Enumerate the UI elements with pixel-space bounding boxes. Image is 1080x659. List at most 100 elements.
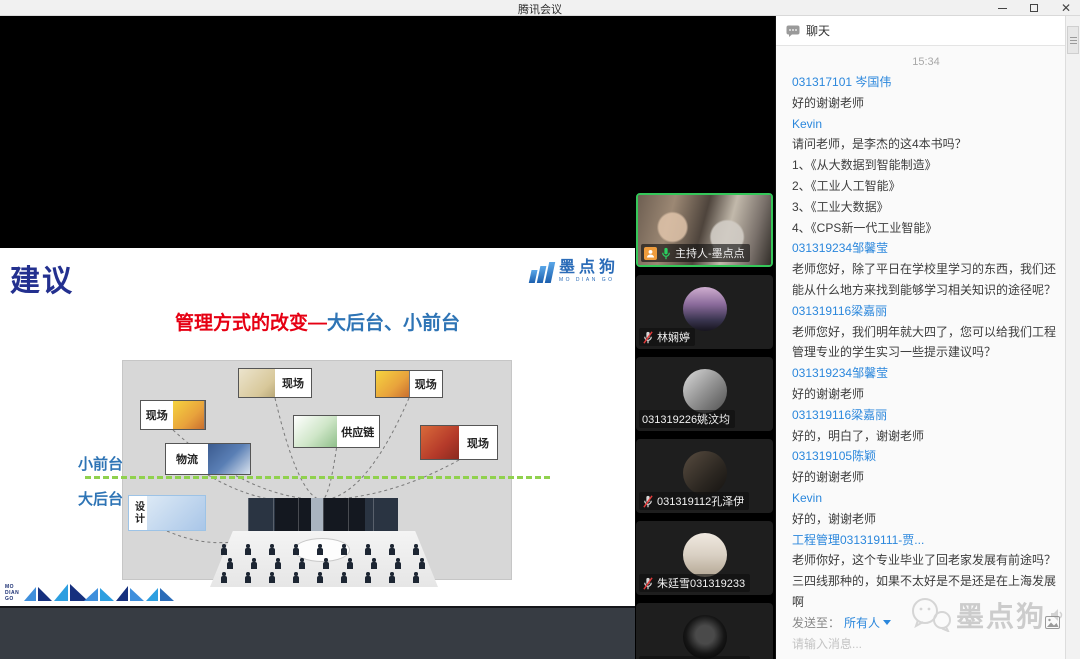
chat-message-text: 老师您好，除了平日在学校里学习的东西，我们还能从什么地方来找到能够学习相关知识的…	[792, 259, 1060, 301]
chat-message-text: 2、《工业人工智能》	[792, 176, 1060, 197]
presentation-slide: 建议 墨点狗 MO DIAN GO 管理方式的改变—大后台、小前台 现场现场现场…	[0, 248, 635, 606]
mic-muted-icon	[642, 577, 654, 590]
chat-message-text: 好的，明白了，谢谢老师	[792, 426, 1060, 447]
window-title: 腾讯会议	[0, 1, 1080, 17]
window-controls: ✕	[994, 0, 1074, 16]
chat-panel: 聊天 15:34 031317101 岑国伟好的谢谢老师Kevin请问老师，是李…	[775, 16, 1080, 659]
send-to-label: 发送至：	[792, 614, 840, 631]
audience-person	[412, 572, 419, 583]
chat-messages[interactable]: 15:34 031317101 岑国伟好的谢谢老师Kevin请问老师，是李杰的这…	[776, 46, 1080, 607]
control-room-screen	[248, 498, 398, 532]
audience-person	[226, 558, 233, 569]
participant-tile[interactable]: 主持人-墨点点	[636, 193, 773, 267]
audience-person	[220, 572, 227, 583]
chat-sender[interactable]: 031317101 岑国伟	[792, 72, 1060, 93]
participant-tile[interactable]: 031319112孔泽伊	[636, 439, 773, 513]
participant-avatar	[683, 369, 727, 413]
chat-message-text: 老师你好，这个专业毕业了回老家发展有前途吗？三四线那种的，如果不太好是不是还是在…	[792, 550, 1060, 607]
logo-text-cn: 墨点狗	[559, 260, 619, 276]
audience-person	[244, 572, 251, 583]
chat-message-text: 好的，谢谢老师	[792, 509, 1060, 530]
close-button[interactable]: ✕	[1058, 1, 1074, 15]
chat-message-text: 请问老师，是李杰的这4本书吗？	[792, 134, 1060, 155]
diagram-box-label: 现场	[410, 371, 443, 397]
subtitle-blue-part: 大后台、小前台	[327, 313, 460, 334]
mic-on-icon	[660, 247, 672, 260]
audience-person	[364, 544, 371, 555]
diagram-box-label: 物流	[166, 444, 208, 474]
diagram-box: 物流	[165, 443, 251, 475]
scrollbar-thumb[interactable]	[1067, 26, 1079, 54]
chevron-down-icon	[883, 620, 891, 625]
audience-person	[388, 572, 395, 583]
audience-person	[316, 572, 323, 583]
screen-share-area: 建议 墨点狗 MO DIAN GO 管理方式的改变—大后台、小前台 现场现场现场…	[0, 16, 635, 659]
participant-label: 031319226姚汶均	[639, 410, 735, 428]
chat-message-text: 3、《工业大数据》	[792, 197, 1060, 218]
audience-person	[412, 544, 419, 555]
audience-person	[244, 544, 251, 555]
slide-subtitle: 管理方式的改变—大后台、小前台	[0, 308, 635, 335]
participant-tile[interactable]: 031319226姚汶均	[636, 357, 773, 431]
chat-sender[interactable]: Kevin	[792, 114, 1060, 135]
slide-heading: 建议	[10, 256, 74, 300]
chat-message-input[interactable]	[792, 637, 1060, 651]
mic-muted-icon	[642, 331, 654, 344]
send-image-button[interactable]	[1045, 616, 1060, 629]
participant-avatar	[683, 451, 727, 495]
diagram-box: 设计	[128, 495, 206, 531]
audience-person	[364, 572, 371, 583]
chat-sender[interactable]: 031319116梁嘉丽	[792, 405, 1060, 426]
audience-person	[250, 558, 257, 569]
minimize-button[interactable]	[994, 1, 1010, 15]
chat-sender[interactable]: 031319234邹馨莹	[792, 363, 1060, 384]
titlebar: 腾讯会议 ✕	[0, 0, 1080, 16]
maximize-button[interactable]	[1026, 1, 1042, 15]
audience-person	[388, 544, 395, 555]
diagram-box: 现场	[140, 400, 206, 430]
footer-logo-text: MODIANGO	[5, 584, 19, 602]
chat-header: 聊天	[776, 16, 1080, 46]
participant-label: 031319112孔泽伊	[639, 492, 749, 510]
audience-person	[322, 558, 329, 569]
chat-sender[interactable]: 031319234邹馨莹	[792, 238, 1060, 259]
send-to-value: 所有人	[844, 614, 880, 631]
participant-tile[interactable]: 林娴婷	[636, 275, 773, 349]
chat-message-text: 4、《CPS新一代工业智能》	[792, 218, 1060, 239]
crane-image	[173, 401, 206, 429]
participant-tile[interactable]: 031319219邵志成	[636, 603, 773, 659]
participant-label: 朱廷雪031319233	[639, 574, 750, 592]
chat-sender[interactable]: 031319105陈颖	[792, 446, 1060, 467]
modiango-logo-icon	[529, 262, 555, 283]
audience-person	[394, 558, 401, 569]
mic-muted-icon	[642, 495, 654, 508]
subtitle-red-part: 管理方式的改变—	[175, 313, 327, 334]
chat-message-text: 好的谢谢老师	[792, 93, 1060, 114]
diagram-box: 现场	[238, 368, 312, 398]
building-image	[239, 369, 275, 397]
audience-person	[340, 544, 347, 555]
audience-person	[274, 558, 281, 569]
audience-person	[298, 558, 305, 569]
audience-person	[268, 544, 275, 555]
desktop-background-strip	[0, 606, 635, 659]
logo-text-en: MO DIAN GO	[559, 278, 619, 283]
chat-timestamp: 15:34	[792, 52, 1060, 72]
audience-person	[316, 544, 323, 555]
chat-sender[interactable]: Kevin	[792, 488, 1060, 509]
diagram-box-label: 现场	[459, 426, 497, 459]
audience-person	[418, 558, 425, 569]
chat-sender[interactable]: 031319116梁嘉丽	[792, 301, 1060, 322]
warehouse-image	[208, 444, 250, 474]
chat-sender[interactable]: 工程管理031319111-贾...	[792, 530, 1060, 551]
participant-tile[interactable]: 朱廷雪031319233	[636, 521, 773, 595]
audience-person	[220, 544, 227, 555]
diagram-box-label: 现场	[141, 401, 173, 429]
participant-name: 031319112孔泽伊	[657, 493, 744, 509]
host-badge-icon	[644, 247, 657, 260]
participant-label: 主持人-墨点点	[641, 244, 750, 262]
redbuilding-image	[421, 426, 459, 459]
chat-scrollbar[interactable]	[1065, 16, 1080, 659]
send-to-dropdown[interactable]: 所有人	[844, 614, 891, 631]
crane-image	[376, 371, 410, 397]
